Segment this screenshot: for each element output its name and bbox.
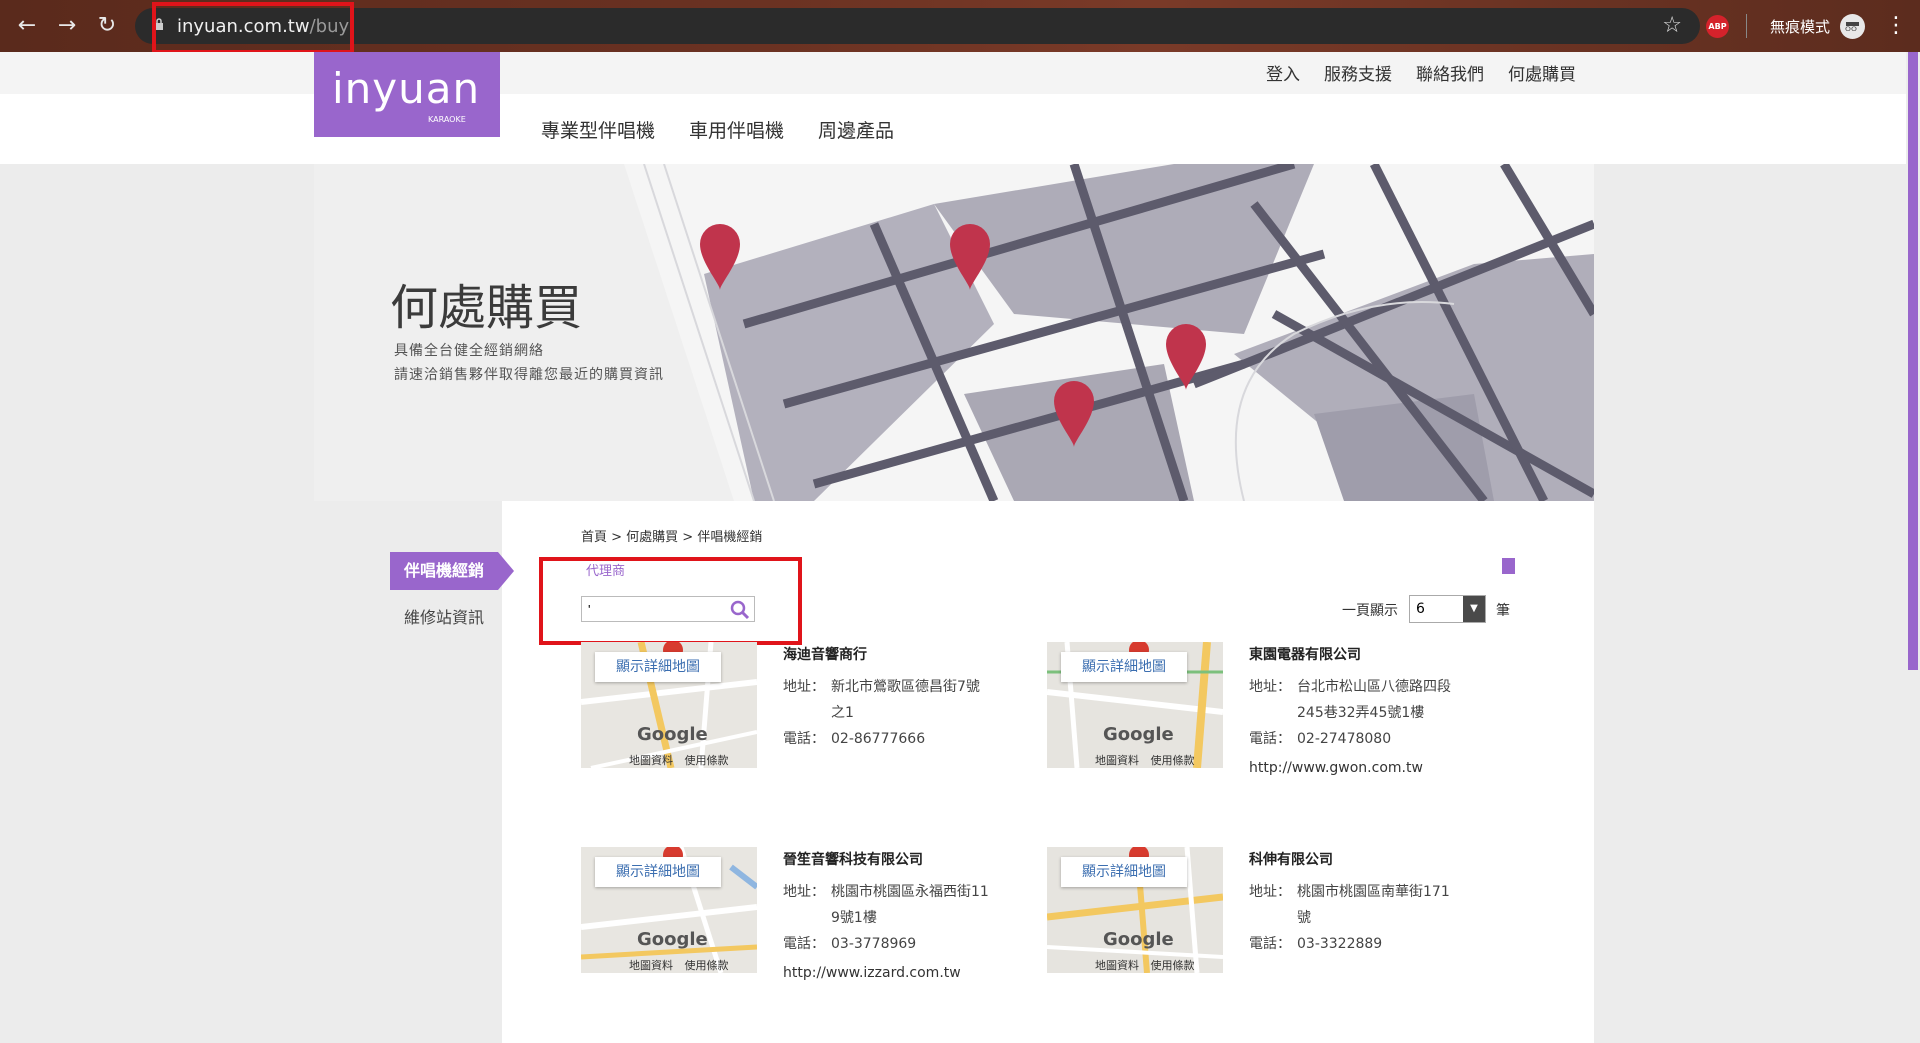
dealer-card: 顯示詳細地圖 Google 地圖資料 使用條款 科伸有限公司 地址： 桃園市桃園區… [1047,847,1527,1017]
logo-sub-text: KARAOKE [428,115,466,124]
banner-subtitle-2: 請速洽銷售夥伴取得離您最近的購買資訊 [394,367,664,383]
show-map-button[interactable]: 顯示詳細地圖 [1061,652,1187,682]
logo-brand-text: inyuan [332,64,481,113]
site-header [0,94,1906,164]
phone-label: 電話： [783,936,825,952]
show-map-button[interactable]: 顯示詳細地圖 [1061,857,1187,887]
google-logo: Google [637,929,708,950]
address-label: 地址： [1249,884,1291,900]
address-line-2: 245巷32弄45號1樓 [1297,705,1425,721]
address-line-1: 新北市鶯歌區德昌街7號 [831,679,980,695]
toolbar-divider [1746,14,1747,38]
address-label: 地址： [783,679,825,695]
map-footer[interactable]: 地圖資料 使用條款 [629,957,729,973]
contact-link[interactable]: 聯絡我們 [1416,60,1484,85]
dropdown-arrow-icon: ▼ [1463,596,1485,622]
url-highlight-box [152,2,354,54]
map-footer[interactable]: 地圖資料 使用條款 [1095,752,1195,768]
address-line-2: 9號1樓 [831,910,877,926]
forward-icon[interactable]: → [52,12,82,40]
dealer-card: 顯示詳細地圖 Google 地圖資料 使用條款 東園電器有限公司 地址： 台北市松… [1047,642,1527,812]
dealer-map[interactable]: 顯示詳細地圖 Google 地圖資料 使用條款 [1047,642,1223,768]
dealer-map[interactable]: 顯示詳細地圖 Google 地圖資料 使用條款 [581,847,757,973]
address-line-1: 台北市松山區八德路四段 [1297,679,1451,695]
dealer-name: 東園電器有限公司 [1249,647,1361,663]
dealer-name: 海迪音響商行 [783,647,867,663]
phone-label: 電話： [1249,936,1291,952]
dealer-map[interactable]: 顯示詳細地圖 Google 地圖資料 使用條款 [1047,847,1223,973]
login-link[interactable]: 登入 [1266,60,1300,85]
browser-menu-icon[interactable]: ⋮ [1885,12,1907,40]
phone-label: 電話： [783,731,825,747]
main-nav: 專業型伴唱機 車用伴唱機 周邊產品 [541,116,894,143]
dealer-map[interactable]: 顯示詳細地圖 Google 地圖資料 使用條款 [581,642,757,768]
nav-professional[interactable]: 專業型伴唱機 [541,116,655,143]
adblock-icon[interactable]: ABP [1706,15,1729,38]
back-icon[interactable]: ← [12,12,42,40]
per-page-unit: 筆 [1496,603,1510,619]
support-link[interactable]: 服務支援 [1324,60,1392,85]
google-logo: Google [1103,929,1174,950]
where-to-buy-link[interactable]: 何處購買 [1508,60,1576,85]
dealer-website-link[interactable]: http://www.izzard.com.tw [783,965,961,981]
per-page-value: 6 [1416,601,1425,617]
address-label: 地址： [1249,679,1291,695]
address-line-2: 號 [1297,910,1311,926]
search-highlight-box [539,557,802,645]
per-page-label: 一頁顯示 [1342,603,1398,619]
phone-label: 電話： [1249,731,1291,747]
dealer-card: 顯示詳細地圖 Google 地圖資料 使用條款 海迪音響商行 地址： 新北市鶯歌區… [581,642,1061,812]
map-footer[interactable]: 地圖資料 使用條款 [629,752,729,768]
dealer-website-link[interactable]: http://www.gwon.com.tw [1249,760,1423,776]
address-label: 地址： [783,884,825,900]
phone-number: 02-86777666 [831,731,926,747]
banner-title: 何處購買 [390,280,583,336]
reload-icon[interactable]: ↻ [92,12,122,40]
phone-number: 03-3322889 [1297,936,1383,952]
top-bar [0,52,1906,94]
map-footer[interactable]: 地圖資料 使用條款 [1095,957,1195,973]
address-line-2: 之1 [831,705,854,721]
dealer-card: 顯示詳細地圖 Google 地圖資料 使用條款 晉笙音響科技有限公司 地址： 桃園… [581,847,1061,1017]
show-map-button[interactable]: 顯示詳細地圖 [595,652,721,682]
address-line-1: 桃園市桃園區南華街171 [1297,884,1450,900]
address-bar[interactable]: inyuan.com.tw/buy ☆ [135,8,1700,44]
purple-square-marker [1502,558,1515,574]
top-links: 登入 服務支援 聯絡我們 何處購買 [1266,60,1576,85]
google-logo: Google [1103,724,1174,745]
site-logo[interactable]: inyuan KARAOKE [314,52,500,137]
incognito-icon[interactable] [1840,14,1865,39]
nav-car[interactable]: 車用伴唱機 [689,116,784,143]
address-line-1: 桃園市桃園區永福西街11 [831,884,989,900]
breadcrumb: 首頁 > 何處購買 > 伴唱機經銷 [581,530,763,545]
incognito-label: 無痕模式 [1770,18,1831,36]
page-scrollbar-thumb[interactable] [1908,52,1918,670]
nav-accessories[interactable]: 周邊產品 [818,116,894,143]
dealer-name: 科伸有限公司 [1249,852,1333,868]
bookmark-star-icon[interactable]: ☆ [1662,13,1682,38]
per-page-select[interactable]: 6 ▼ [1409,595,1486,623]
phone-number: 03-3778969 [831,936,917,952]
sidebar-item-karaoke-dealers[interactable]: 伴唱機經銷 [390,552,514,590]
banner-subtitle-1: 具備全台健全經銷網絡 [394,343,544,359]
sidebar-item-repair-stations[interactable]: 維修站資訊 [404,604,484,628]
dealer-name: 晉笙音響科技有限公司 [783,852,923,868]
google-logo: Google [637,724,708,745]
show-map-button[interactable]: 顯示詳細地圖 [595,857,721,887]
banner: 何處購買 具備全台健全經銷網絡 請速洽銷售夥伴取得離您最近的購買資訊 [314,164,1594,501]
phone-number: 02-27478080 [1297,731,1392,747]
